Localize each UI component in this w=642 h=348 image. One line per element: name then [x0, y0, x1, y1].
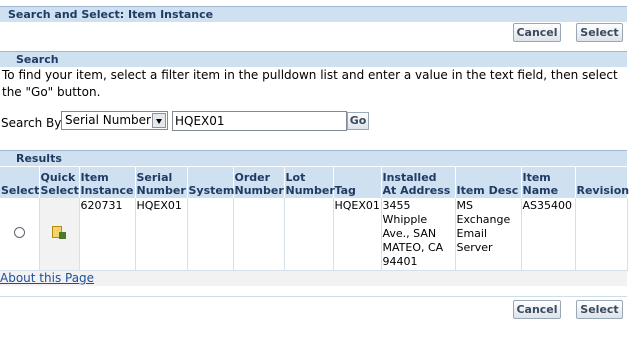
divider	[0, 296, 627, 297]
col-item-name: Item Name	[521, 167, 576, 198]
results-header: Results	[0, 150, 627, 166]
go-button[interactable]: Go	[347, 112, 369, 130]
chevron-down-icon[interactable]	[152, 113, 166, 128]
page-title: Search and Select: Item Instance	[8, 8, 214, 21]
col-quick-select: Quick Select	[39, 167, 80, 198]
cell-address: 3455 Whipple Ave., SAN MATEO, CA 94401	[381, 198, 456, 271]
table-row: 620731 HQEX01 HQEX01 3455 Whipple Ave., …	[0, 198, 628, 271]
select-radio[interactable]	[14, 227, 25, 238]
search-header-label: Search	[16, 53, 59, 66]
results-header-row: Select Quick Select Item Instance Serial…	[0, 167, 629, 198]
results-table: Select Quick Select Item Instance Serial…	[0, 167, 629, 271]
cancel-button-top[interactable]: Cancel	[513, 23, 561, 42]
search-instructions: To find your item, select a filter item …	[2, 68, 618, 99]
select-cell	[0, 198, 40, 271]
filter-select[interactable]: Serial Number	[61, 111, 168, 130]
col-lot-number: Lot Number	[284, 167, 335, 198]
col-order-number: Order Number	[233, 167, 285, 198]
select-button-bottom[interactable]: Select	[576, 300, 623, 319]
col-system: System	[187, 167, 234, 198]
cell-order-number	[233, 198, 285, 271]
cell-item-name: AS35400	[521, 198, 576, 271]
cell-lot-number	[284, 198, 334, 271]
cell-item-desc: MS Exchange Email Server	[455, 198, 522, 271]
quick-select-cell	[39, 198, 80, 271]
search-by-label: Search By	[1, 116, 62, 130]
search-header: Search	[0, 51, 627, 67]
cancel-button-bottom[interactable]: Cancel	[513, 300, 561, 319]
col-serial-number: Serial Number	[135, 167, 188, 198]
cell-item-instance: 620731	[79, 198, 136, 271]
filter-select-value: Serial Number	[65, 113, 151, 127]
cell-system	[187, 198, 234, 271]
cell-tag: HQEX01	[333, 198, 382, 271]
col-revision: Revision	[575, 167, 629, 198]
col-installed-at-address: Installed At Address	[381, 167, 456, 198]
cell-revision	[575, 198, 628, 271]
col-select: Select	[0, 167, 40, 198]
about-this-page-link[interactable]: About this Page	[0, 271, 94, 285]
about-bar: About this Page	[0, 271, 627, 286]
results-header-label: Results	[16, 152, 62, 165]
quick-select-icon[interactable]	[51, 226, 66, 240]
col-item-instance: Item Instance	[79, 167, 136, 198]
col-tag: Tag	[333, 167, 382, 198]
col-item-desc: Item Desc	[455, 167, 522, 198]
select-button-top[interactable]: Select	[576, 23, 623, 42]
search-value-input[interactable]: HQEX01	[172, 111, 347, 131]
cell-serial-number: HQEX01	[135, 198, 188, 271]
page-header: Search and Select: Item Instance	[0, 6, 627, 22]
